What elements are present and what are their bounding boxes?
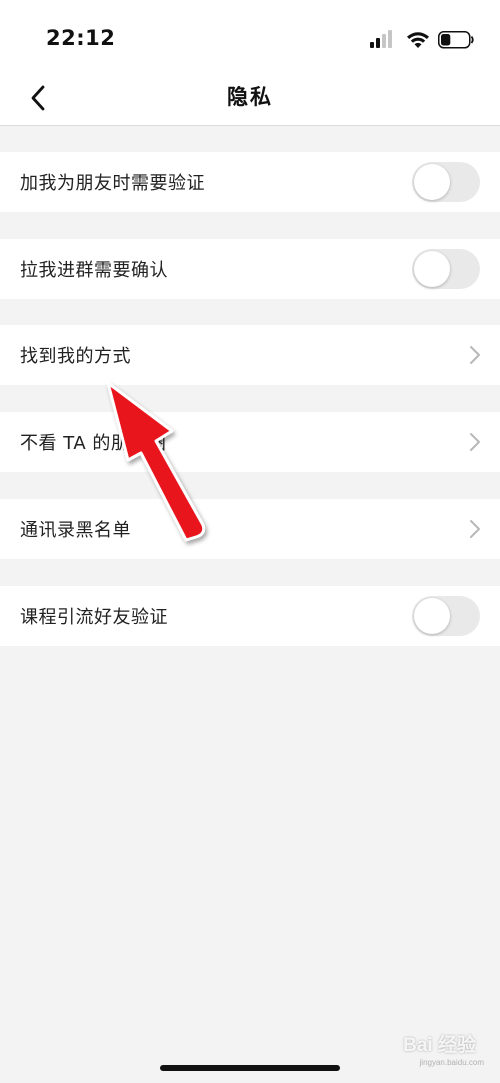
settings-group-course: 课程引流好友验证 [0, 586, 500, 646]
settings-group-blacklist: 通讯录黑名单 [0, 499, 500, 559]
cellular-signal-icon [370, 30, 392, 48]
settings-group-find-me: 找到我的方式 [0, 325, 500, 385]
chevron-right-icon [470, 346, 480, 364]
navigation-bar: 隐私 [0, 80, 500, 126]
watermark-url: jingyan.baidu.com [419, 1058, 484, 1067]
setting-label: 加我为朋友时需要验证 [20, 173, 205, 194]
settings-group-moments: 不看 TA 的朋友圈 [0, 412, 500, 472]
course-friend-verification-toggle[interactable] [412, 596, 480, 636]
chevron-right-icon [470, 433, 480, 451]
friend-verification-toggle[interactable] [412, 162, 480, 202]
home-indicator[interactable] [160, 1065, 340, 1071]
settings-group-group-invite: 拉我进群需要确认 [0, 239, 500, 299]
baidu-jingyan-watermark: Bai 经验 [403, 1035, 476, 1056]
setting-row-hide-their-moments[interactable]: 不看 TA 的朋友圈 [0, 412, 500, 472]
setting-row-friend-verification[interactable]: 加我为朋友时需要验证 [0, 152, 500, 212]
settings-group-friend-verify: 加我为朋友时需要验证 [0, 152, 500, 212]
setting-label: 拉我进群需要确认 [20, 260, 168, 281]
toggle-knob [414, 598, 450, 634]
setting-label: 课程引流好友验证 [20, 607, 168, 628]
setting-row-ways-to-find-me[interactable]: 找到我的方式 [0, 325, 500, 385]
setting-row-course-friend-verification[interactable]: 课程引流好友验证 [0, 586, 500, 646]
page-title: 隐私 [227, 85, 273, 109]
chevron-right-icon [470, 520, 480, 538]
battery-icon [438, 31, 474, 49]
status-icons [370, 29, 476, 51]
toggle-knob [414, 251, 450, 287]
setting-label: 通讯录黑名单 [20, 520, 131, 541]
wifi-icon [407, 32, 429, 48]
setting-row-contacts-blacklist[interactable]: 通讯录黑名单 [0, 499, 500, 559]
toggle-knob [414, 164, 450, 200]
setting-label: 找到我的方式 [20, 346, 131, 367]
group-invite-toggle[interactable] [412, 249, 480, 289]
setting-label: 不看 TA 的朋友圈 [20, 433, 167, 454]
status-time: 22:12 [46, 26, 116, 50]
setting-row-group-invite-confirm[interactable]: 拉我进群需要确认 [0, 239, 500, 299]
status-bar: 22:12 [0, 0, 500, 80]
